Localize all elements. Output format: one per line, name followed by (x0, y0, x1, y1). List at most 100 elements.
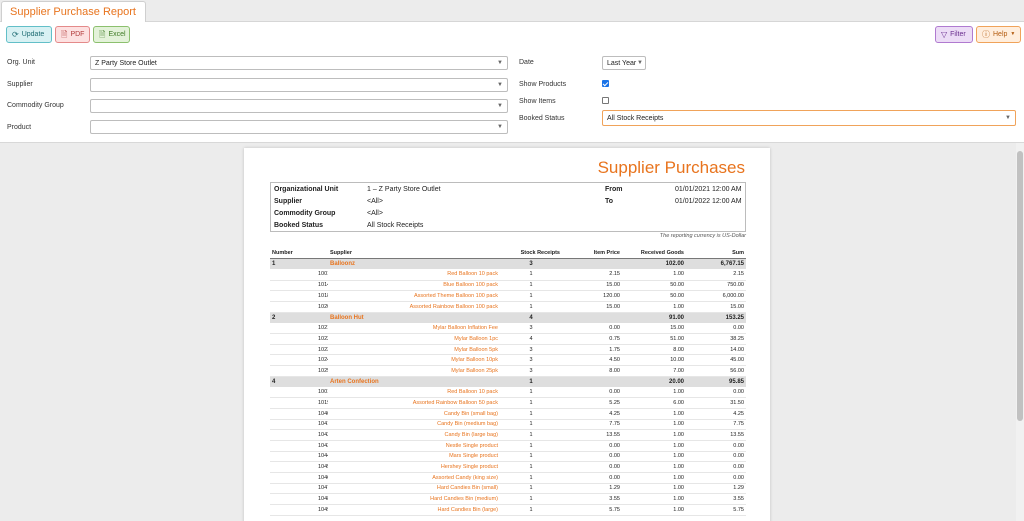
col-stock-receipts: Stock Receipts (500, 248, 562, 260)
product-number: 1042 (270, 429, 328, 441)
product-number: 1024 (270, 354, 328, 367)
supplier-sum: 153.25 (686, 312, 746, 323)
org-unit-select[interactable]: Z Party Store Outlet ▼ (90, 56, 508, 70)
product-item-price: 3.55 (562, 493, 622, 505)
product-number: 1018 (270, 290, 328, 302)
product-sum: 0.00 (686, 386, 746, 399)
supplier-name-link[interactable]: Balloonz (328, 258, 500, 270)
product-row: 1047Hard Candies Bin (small)11.291.001.2… (270, 483, 746, 495)
product-row: 1045Hershey Single product10.001.000.00 (270, 461, 746, 473)
product-received-goods: 1.00 (622, 504, 686, 516)
product-stock-receipts: 1 (500, 440, 562, 452)
product-stock-receipts: 1 (500, 408, 562, 420)
supplier-name-link[interactable]: Arten Confection (328, 376, 500, 387)
product-sum: 750.00 (686, 280, 746, 292)
show-items-checkbox[interactable] (602, 97, 609, 104)
tab-supplier-purchase-report[interactable]: Supplier Purchase Report (1, 1, 146, 22)
product-item-price: 4.50 (562, 354, 622, 367)
product-item-price: 5.75 (562, 504, 622, 516)
vertical-scrollbar[interactable] (1016, 143, 1024, 521)
product-stock-receipts: 1 (500, 451, 562, 463)
product-row: 1049Hard Candies Bin (large)15.751.005.7… (270, 504, 746, 516)
product-select[interactable]: ▼ (90, 120, 508, 134)
product-sum: 4.25 (686, 408, 746, 420)
product-stock-receipts: 1 (500, 472, 562, 484)
product-name-link[interactable]: Hard Candies Bin (small) (328, 483, 500, 495)
product-item-price: 120.00 (562, 290, 622, 302)
chevron-down-icon: ▼ (497, 82, 503, 88)
product-name-link[interactable]: Assorted Candy (king size) (328, 472, 500, 484)
product-received-goods: 50.00 (622, 280, 686, 292)
show-products-checkbox[interactable] (602, 80, 609, 87)
booked-status-select[interactable]: All Stock Receipts ▼ (602, 110, 1016, 126)
product-name-link[interactable]: Candy Bin (large bag) (328, 429, 500, 441)
product-name-link[interactable]: Mylar Balloon 5pk (328, 344, 500, 356)
product-number: 1045 (270, 461, 328, 473)
chevron-down-icon: ▼ (1005, 115, 1011, 121)
product-received-goods: 15.00 (622, 322, 686, 334)
product-name-link[interactable]: Red Balloon 10 pack (328, 269, 500, 281)
scrollbar-thumb[interactable] (1017, 151, 1023, 421)
supplier-name-link[interactable]: Balloon Hut (328, 312, 500, 323)
product-name-link[interactable]: Mylar Balloon 25pk (328, 365, 500, 377)
supplier-number: 2 (270, 312, 328, 323)
product-received-goods: 1.00 (622, 408, 686, 420)
product-item-price: 7.75 (562, 419, 622, 431)
report-page: Supplier Purchases Organizational Unit 1… (244, 148, 770, 521)
info-supplier-key: Supplier (274, 198, 303, 205)
product-stock-receipts: 1 (500, 290, 562, 302)
product-name-link[interactable]: Mars Single product (328, 451, 500, 463)
product-name-link[interactable]: Mylar Balloon Inflation Fee (328, 322, 500, 334)
product-number: 1040 (270, 408, 328, 420)
pdf-button[interactable]: 🗎 PDF (55, 26, 90, 43)
product-name-link[interactable]: Candy Bin (small bag) (328, 408, 500, 420)
product-number: 1022 (270, 333, 328, 345)
product-stock-receipts: 4 (500, 333, 562, 345)
product-name-link[interactable]: Red Balloon 10 pack (328, 386, 500, 399)
product-name-link[interactable]: Assorted Rainbow Balloon 50 pack (328, 397, 500, 409)
supplier-sum: 6,767.15 (686, 258, 746, 270)
product-name-link[interactable]: Assorted Rainbow Balloon 100 pack (328, 301, 500, 313)
commodity-group-label: Commodity Group (7, 102, 64, 109)
info-supplier-value: <All> (367, 198, 383, 205)
product-name-link[interactable]: Candy Bin (medium bag) (328, 419, 500, 431)
date-select[interactable]: Last Year ▼ (602, 56, 646, 70)
report-table: Number Supplier Stock Receipts Item Pric… (270, 248, 746, 516)
product-sum: 1.29 (686, 483, 746, 495)
product-received-goods: 1.00 (622, 440, 686, 452)
update-label: Update (21, 31, 45, 38)
product-name-link[interactable]: Blue Balloon 100 pack (328, 280, 500, 292)
supplier-number: 1 (270, 258, 328, 270)
update-button[interactable]: ⟳ Update (6, 26, 52, 43)
product-row: 1019Assorted Rainbow Balloon 50 pack15.2… (270, 397, 746, 409)
product-name-link[interactable]: Hard Candies Bin (large) (328, 504, 500, 516)
product-row: 1042Candy Bin (large bag)113.551.0013.55 (270, 429, 746, 441)
supplier-label: Supplier (7, 81, 33, 88)
product-name-link[interactable]: Hard Candies Bin (medium) (328, 493, 500, 505)
product-name-link[interactable]: Nestle Single product (328, 440, 500, 452)
filter-icon: ▽ (941, 29, 948, 39)
col-sum: Sum (686, 248, 746, 260)
product-name-link[interactable]: Mylar Balloon 1pc (328, 333, 500, 345)
product-item-price: 0.00 (562, 461, 622, 473)
refresh-icon: ⟳ (12, 29, 19, 39)
product-name-link[interactable]: Hershey Single product (328, 461, 500, 473)
product-item-price: 8.00 (562, 365, 622, 377)
product-name-link[interactable]: Assorted Theme Balloon 100 pack (328, 290, 500, 302)
product-stock-receipts: 1 (500, 397, 562, 409)
help-label: Help (993, 31, 1008, 38)
product-row: 1014Blue Balloon 100 pack115.0050.00750.… (270, 280, 746, 292)
product-received-goods: 1.00 (622, 419, 686, 431)
product-name-link[interactable]: Mylar Balloon 10pk (328, 354, 500, 367)
product-received-goods: 1.00 (622, 461, 686, 473)
commodity-group-select[interactable]: ▼ (90, 99, 508, 113)
caret-down-icon: ▼ (1010, 31, 1016, 37)
filter-button[interactable]: ▽ Filter (935, 26, 973, 43)
product-stock-receipts: 3 (500, 354, 562, 367)
product-row: 1043Nestle Single product10.001.000.00 (270, 440, 746, 452)
excel-button[interactable]: 🗎 Excel (93, 26, 130, 43)
product-sum: 5.75 (686, 504, 746, 516)
supplier-select[interactable]: ▼ (90, 78, 508, 92)
info-org-unit-value: 1 – Z Party Store Outlet (367, 186, 441, 193)
help-button[interactable]: ⓘ Help ▼ (976, 26, 1021, 43)
